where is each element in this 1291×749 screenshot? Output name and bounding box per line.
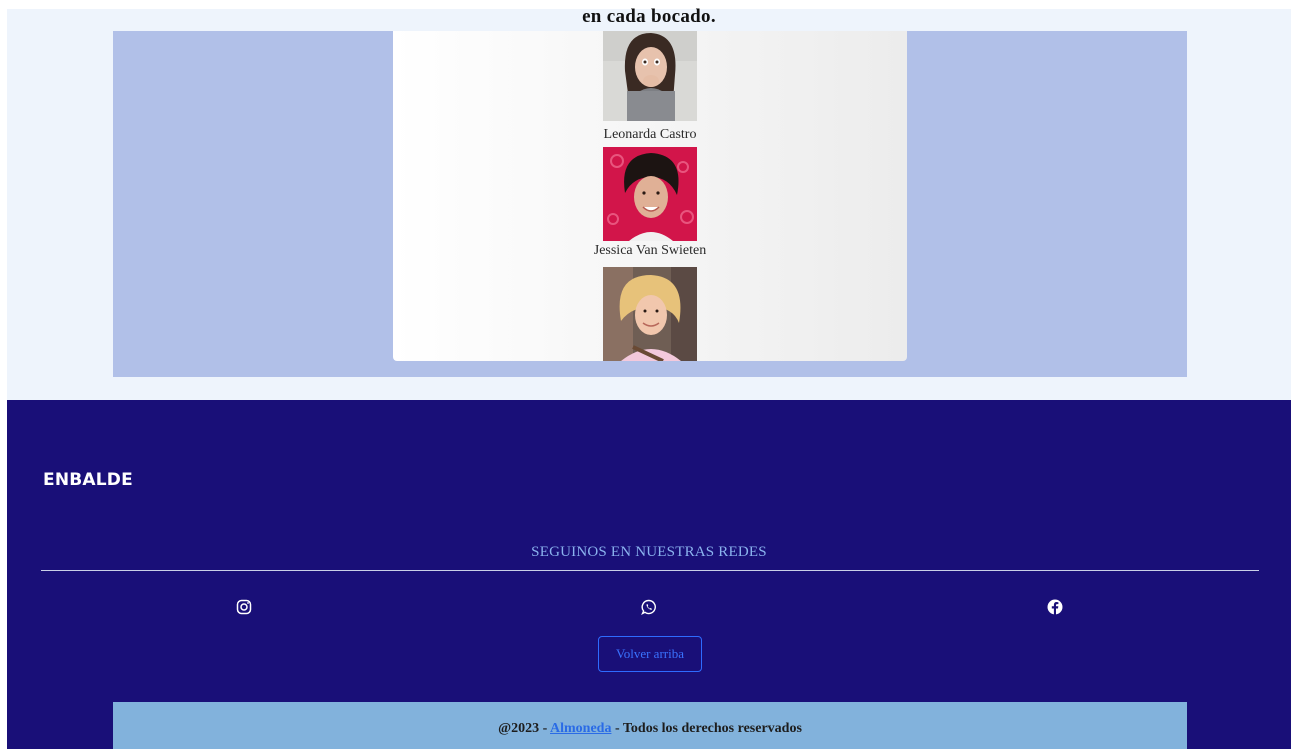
testimonials-card: Leonarda Castro Jessica Van Swieten — [393, 31, 907, 361]
person-name: Jessica Van Swieten — [593, 243, 707, 258]
instagram-icon[interactable] — [236, 599, 252, 615]
testimonials-band: Leonarda Castro Jessica Van Swieten — [113, 31, 1187, 377]
copyright-suffix: - Todos los derechos reservados — [611, 721, 802, 736]
copyright-text: @2023 - Almoneda - Todos los derechos re… — [113, 721, 1187, 737]
footer-brand[interactable]: ENBALDE — [43, 470, 133, 490]
almoneda-link[interactable]: Almoneda — [550, 721, 611, 736]
back-to-top-button[interactable]: Volver arriba — [598, 636, 702, 672]
social-title: SEGUINOS EN NUESTRAS REDES — [531, 544, 767, 560]
person-photo — [603, 147, 697, 241]
testimonial-item: Jessica Van Swieten — [393, 147, 907, 259]
facebook-icon[interactable] — [1047, 599, 1063, 615]
site-footer: ENBALDE SEGUINOS EN NUESTRAS REDES Volve… — [7, 400, 1291, 749]
person-name: Leonarda Castro — [603, 127, 697, 142]
copyright-bar: @2023 - Almoneda - Todos los derechos re… — [113, 702, 1187, 749]
testimonials-section: en cada bocado. Leonarda Castro Jessica … — [7, 6, 1291, 400]
page-viewport: en cada bocado. Leonarda Castro Jessica … — [0, 0, 1291, 749]
testimonial-item — [393, 267, 907, 361]
person-photo — [603, 267, 697, 361]
person-photo — [603, 31, 697, 125]
divider — [41, 570, 1259, 571]
whatsapp-icon[interactable] — [641, 599, 657, 615]
copyright-prefix: @2023 - — [498, 721, 550, 736]
testimonial-item: Leonarda Castro — [393, 31, 907, 143]
section-heading: en cada bocado. — [582, 6, 716, 27]
